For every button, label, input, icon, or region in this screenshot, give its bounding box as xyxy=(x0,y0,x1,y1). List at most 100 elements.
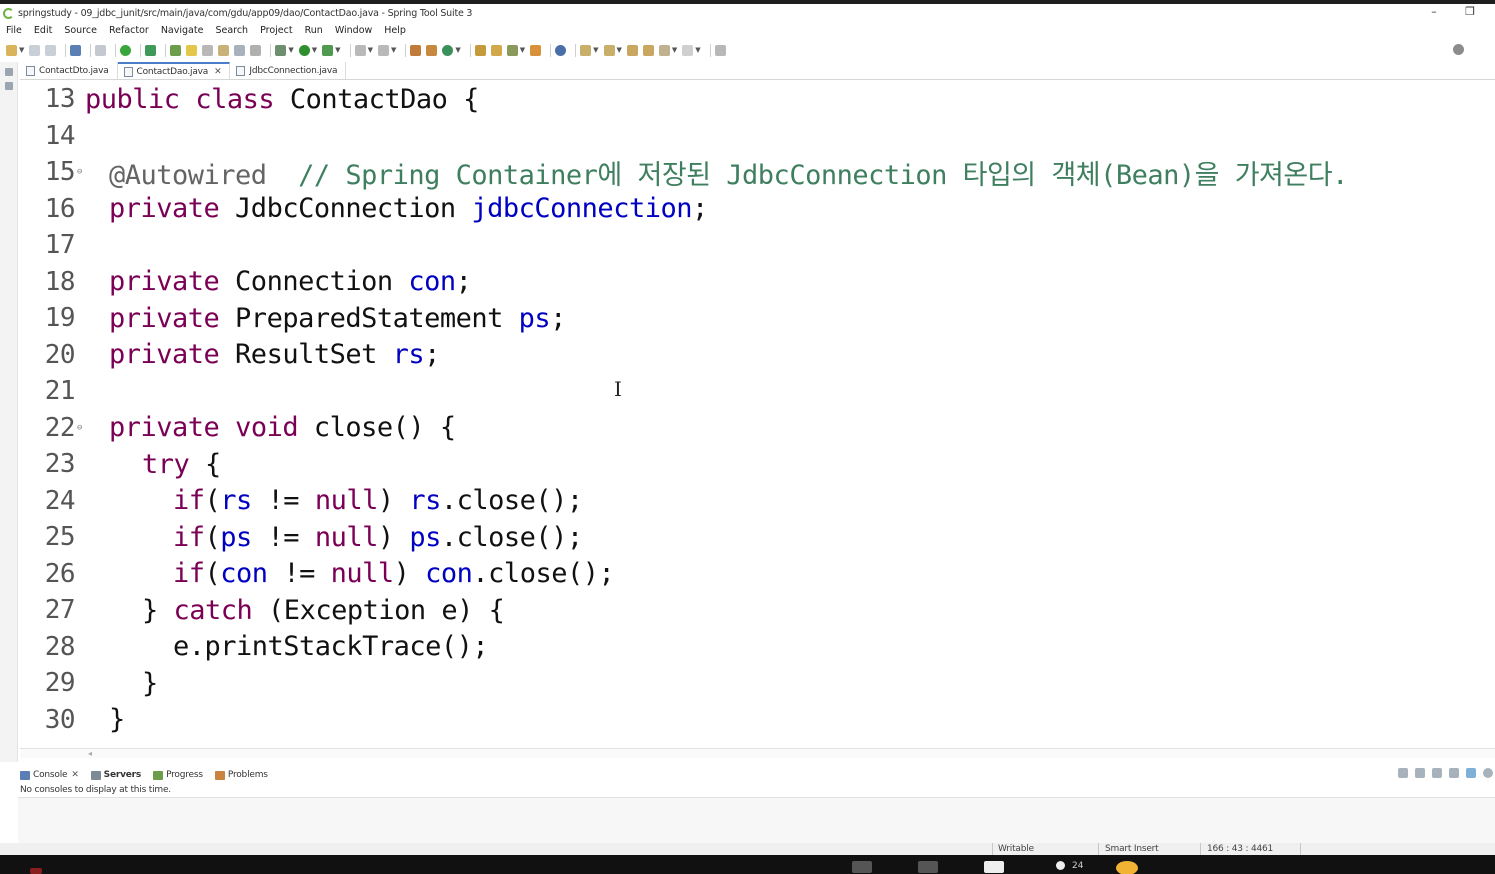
status-divider xyxy=(1200,843,1201,855)
globe-icon[interactable] xyxy=(555,44,567,56)
class-name: ContactDao { xyxy=(274,83,480,115)
chevron-down-icon[interactable]: ▼ xyxy=(335,46,340,54)
highlight-icon[interactable] xyxy=(186,44,198,56)
save-all-icon[interactable] xyxy=(45,44,57,56)
whitespace-icon[interactable] xyxy=(250,44,262,56)
chevron-down-icon[interactable]: ▼ xyxy=(288,46,293,54)
more-icon[interactable] xyxy=(984,861,1004,873)
search-tool-icon[interactable] xyxy=(506,44,518,56)
console-area[interactable] xyxy=(18,797,1495,843)
annotation-icon[interactable] xyxy=(530,44,542,56)
menu-edit[interactable]: Edit xyxy=(34,25,52,36)
tab-console[interactable]: Console ✕ xyxy=(20,770,79,780)
new-package-icon[interactable] xyxy=(410,44,422,56)
code-line: 20 private ResultSet rs; xyxy=(20,337,441,373)
refresh-icon[interactable] xyxy=(145,44,157,56)
open-console-icon[interactable] xyxy=(1432,768,1442,778)
status-bar: Writable Smart Insert 166 : 43 : 4461 xyxy=(0,843,1495,855)
fold-marker[interactable]: ⊖ xyxy=(77,167,85,177)
new-icon[interactable] xyxy=(6,44,17,56)
back-edit-icon[interactable] xyxy=(642,44,654,56)
close-icon[interactable]: ✕ xyxy=(71,770,79,780)
external-tools-icon[interactable] xyxy=(377,44,389,56)
link-with-editor-icon[interactable] xyxy=(1466,768,1476,778)
next-annotation-icon[interactable] xyxy=(580,44,592,56)
method-call: .close(); xyxy=(440,485,583,516)
chevron-down-icon[interactable]: ▼ xyxy=(520,46,525,54)
menu-help[interactable]: Help xyxy=(384,25,406,36)
method-call: .close(); xyxy=(472,558,615,589)
toolbar-divider xyxy=(575,43,577,57)
gear-icon[interactable] xyxy=(1483,768,1493,778)
menu-source[interactable]: Source xyxy=(64,25,97,36)
restore-view-icon[interactable] xyxy=(4,68,13,76)
save-icon[interactable] xyxy=(29,44,41,56)
tab-servers[interactable]: Servers xyxy=(90,770,141,780)
line-number: 13 xyxy=(44,84,76,114)
new-class-icon[interactable] xyxy=(426,44,438,56)
window-title: springstudy - 09_jdbc_junit/src/main/jav… xyxy=(18,7,473,19)
new-spring-icon[interactable] xyxy=(442,44,454,56)
pin-editor-icon[interactable] xyxy=(714,44,726,56)
chevron-down-icon[interactable]: ▼ xyxy=(695,46,700,54)
display-console-icon[interactable] xyxy=(1415,768,1425,778)
menu-refactor[interactable]: Refactor xyxy=(109,25,149,36)
package-explorer-icon[interactable] xyxy=(4,82,13,90)
menu-project[interactable]: Project xyxy=(260,25,293,36)
coverage-icon[interactable] xyxy=(322,44,334,56)
code-text: } catch (Exception e) { xyxy=(85,595,505,626)
chevron-down-icon[interactable]: ▼ xyxy=(593,46,598,54)
tab-problems[interactable]: Problems xyxy=(214,770,268,780)
tab-progress[interactable]: Progress xyxy=(153,770,203,780)
emoji-icon[interactable] xyxy=(1116,861,1138,874)
code-text: private ResultSet rs; xyxy=(85,339,440,370)
chevron-down-icon[interactable]: ▼ xyxy=(391,46,396,54)
link-icon[interactable] xyxy=(202,44,214,56)
chevron-down-icon[interactable]: ▼ xyxy=(368,46,373,54)
copy-icon[interactable] xyxy=(1449,768,1459,778)
tab-jdbcconnection[interactable]: JdbcConnection.java xyxy=(230,62,347,79)
problems-icon xyxy=(214,770,225,780)
open-folder-icon[interactable] xyxy=(474,44,486,56)
chevron-down-icon[interactable]: ▼ xyxy=(455,46,460,54)
spring-icon[interactable] xyxy=(170,44,182,56)
block-selection-icon[interactable] xyxy=(234,44,246,56)
prev-annotation-icon[interactable] xyxy=(603,44,615,56)
skip-breakpoints-icon[interactable] xyxy=(95,44,107,56)
back-icon[interactable] xyxy=(658,44,670,56)
open-task-icon[interactable] xyxy=(490,44,502,56)
menu-file[interactable]: File xyxy=(6,25,22,36)
minimize-button[interactable]: – xyxy=(1426,5,1442,18)
chevron-down-icon[interactable]: ▼ xyxy=(19,46,24,54)
run-icon[interactable] xyxy=(298,44,310,56)
code-editor[interactable]: 13 public class ContactDao { 14 15 ⊖ @Autow… xyxy=(20,81,1495,748)
fold-marker[interactable]: ⊖ xyxy=(77,423,85,433)
last-edit-icon[interactable] xyxy=(626,44,638,56)
scroll-left-icon[interactable]: ◂ xyxy=(88,749,92,758)
debug-icon[interactable] xyxy=(275,44,287,56)
close-icon[interactable]: ✕ xyxy=(214,67,222,77)
chevron-down-icon[interactable]: ▼ xyxy=(672,46,677,54)
chevron-down-icon[interactable]: ▼ xyxy=(312,46,317,54)
field-name: ps xyxy=(220,521,252,553)
stop-icon[interactable] xyxy=(354,44,366,56)
pin-console-icon[interactable] xyxy=(1398,768,1408,778)
open-type-icon[interactable] xyxy=(218,44,230,56)
menu-run[interactable]: Run xyxy=(305,25,323,36)
start-server-icon[interactable] xyxy=(120,44,132,56)
forward-icon[interactable] xyxy=(682,44,694,56)
restore-button[interactable]: ❐ xyxy=(1462,5,1478,18)
search-icon[interactable] xyxy=(1453,44,1464,55)
horizontal-scrollbar[interactable]: ◂ xyxy=(20,748,1495,758)
share-icon[interactable] xyxy=(918,861,938,873)
user-icon[interactable] xyxy=(1056,861,1065,870)
menu-search[interactable]: Search xyxy=(215,25,248,36)
menu-window[interactable]: Window xyxy=(335,25,372,36)
line-number: 14 xyxy=(44,120,76,151)
terminal-icon[interactable] xyxy=(70,44,82,56)
tab-contactdto[interactable]: ContactDto.java xyxy=(20,62,118,79)
video-icon[interactable] xyxy=(852,861,872,873)
menu-navigate[interactable]: Navigate xyxy=(161,25,204,36)
tab-contactdao[interactable]: ContactDao.java ✕ xyxy=(117,62,231,79)
chevron-down-icon[interactable]: ▼ xyxy=(617,46,622,54)
